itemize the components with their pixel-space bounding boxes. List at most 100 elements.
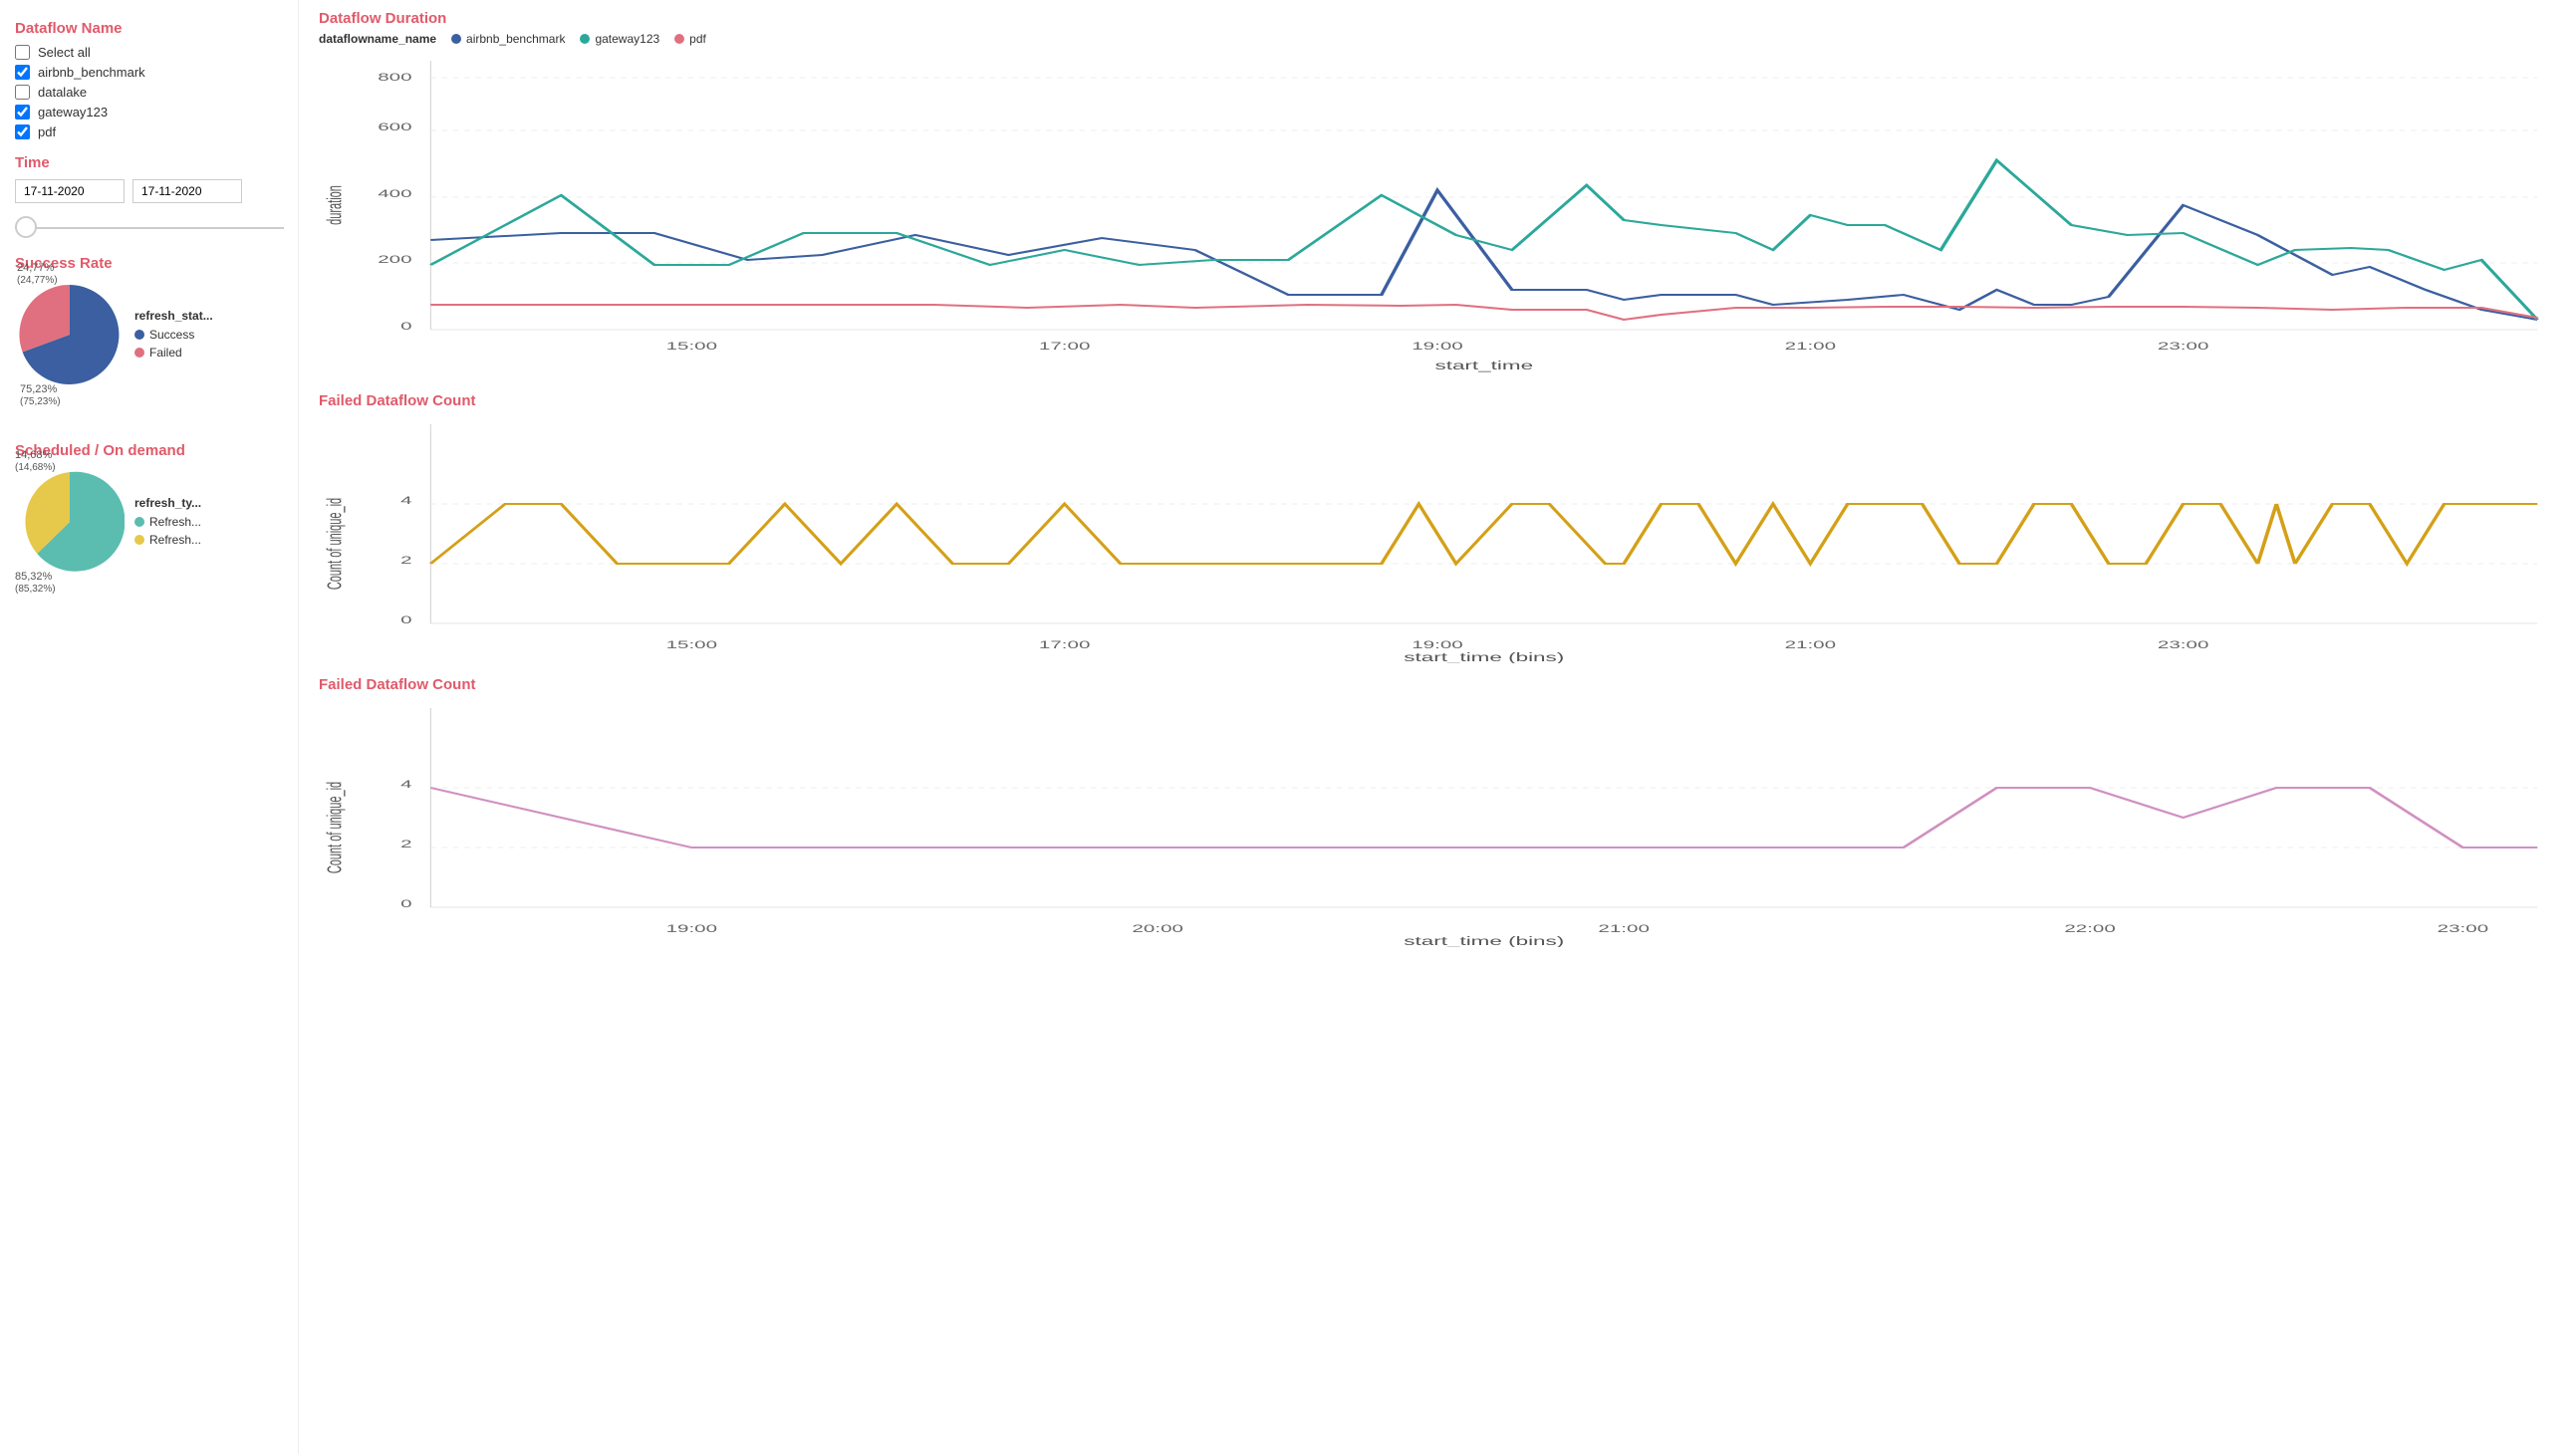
- svg-text:17:00: 17:00: [1039, 639, 1091, 651]
- failed-percent-label: 24,77%(24,77%): [17, 262, 58, 286]
- scheduled-pie: 14,68%(14,68%) 85,32%(85,32%): [15, 467, 125, 580]
- scheduled-small-percent: 14,68%(14,68%): [15, 449, 56, 473]
- success-percent-label: 75,23%(75,23%): [20, 383, 61, 407]
- svg-text:19:00: 19:00: [1412, 639, 1463, 651]
- select-all-label: Select all: [38, 45, 91, 60]
- svg-text:21:00: 21:00: [1785, 341, 1837, 353]
- success-rate-pie: 24,77%(24,77%) 75,23%(75,23%): [15, 280, 125, 392]
- success-rate-section: Success Rate 24,77%(24,77%) 75,23%(75,23…: [15, 255, 283, 392]
- failed-count2-chart-block: Failed Dataflow Count 0 2 4 Count of uni…: [319, 676, 2556, 950]
- failed-count-chart-block: Failed Dataflow Count 0 2 4 Count of uni…: [319, 392, 2556, 666]
- failed-count2-title: Failed Dataflow Count: [319, 676, 2556, 693]
- svg-text:400: 400: [378, 188, 411, 200]
- legend-gateway: gateway123: [580, 32, 659, 46]
- main-charts: Dataflow Duration dataflowname_name airb…: [299, 0, 2576, 1454]
- gateway-label: gateway123: [38, 105, 108, 120]
- datalake-item[interactable]: datalake: [15, 85, 283, 100]
- failed-legend-item: Failed: [134, 346, 213, 360]
- svg-text:19:00: 19:00: [1412, 341, 1463, 353]
- refresh2-legend-item: Refresh...: [134, 533, 201, 547]
- date-to-input[interactable]: 17-11-2020: [132, 179, 242, 203]
- gateway-legend-label: gateway123: [595, 32, 659, 46]
- select-all-checkbox[interactable]: [15, 45, 30, 60]
- select-all-item[interactable]: Select all: [15, 45, 283, 60]
- svg-text:800: 800: [378, 72, 411, 84]
- datalake-checkbox[interactable]: [15, 85, 30, 100]
- duration-svg: 0 200 400 600 800 duration 15:00 17:00 1…: [319, 51, 2556, 379]
- scheduled-legend: refresh_ty... Refresh... Refresh...: [134, 496, 201, 551]
- svg-text:23:00: 23:00: [2158, 639, 2209, 651]
- svg-text:22:00: 22:00: [2064, 923, 2116, 935]
- svg-text:0: 0: [400, 321, 411, 333]
- datalake-label: datalake: [38, 85, 87, 100]
- pdf-item[interactable]: pdf: [15, 124, 283, 139]
- svg-text:600: 600: [378, 121, 411, 133]
- svg-text:15:00: 15:00: [666, 341, 718, 353]
- svg-text:2: 2: [400, 555, 411, 567]
- duration-chart-block: Dataflow Duration dataflowname_name airb…: [319, 10, 2556, 382]
- failed-count-svg: 0 2 4 Count of unique_id 15:00 17:00 19:…: [319, 414, 2556, 663]
- svg-text:2: 2: [400, 839, 411, 850]
- duration-chart-title: Dataflow Duration: [319, 10, 2556, 27]
- time-inputs: 17-11-2020 17-11-2020: [15, 179, 283, 203]
- svg-text:start_time (bins): start_time (bins): [1404, 934, 1564, 947]
- airbnb-checkbox[interactable]: [15, 65, 30, 80]
- legend-name-label: dataflowname_name: [319, 32, 436, 46]
- duration-chart-legend: dataflowname_name airbnb_benchmark gatew…: [319, 32, 2556, 46]
- time-section: Time 17-11-2020 17-11-2020: [15, 154, 283, 240]
- time-title: Time: [15, 154, 283, 171]
- gateway-legend-color: [580, 34, 590, 44]
- refresh2-label: Refresh...: [149, 533, 201, 547]
- time-slider[interactable]: [15, 215, 284, 240]
- refresh1-dot: [134, 517, 144, 527]
- svg-text:start_time (bins): start_time (bins): [1404, 650, 1564, 663]
- legend-airbnb: airbnb_benchmark: [451, 32, 565, 46]
- svg-text:start_time: start_time: [1435, 359, 1534, 372]
- failed-count2-svg: 0 2 4 Count of unique_id 19:00 20:00 21:…: [319, 698, 2556, 947]
- scheduled-section: Scheduled / On demand 14,68%(14,68%) 85,…: [15, 442, 283, 580]
- airbnb-label: airbnb_benchmark: [38, 65, 145, 80]
- sidebar: Dataflow Name Select all airbnb_benchmar…: [0, 0, 299, 1454]
- pdf-checkbox[interactable]: [15, 124, 30, 139]
- svg-text:200: 200: [378, 254, 411, 266]
- svg-text:4: 4: [400, 779, 411, 791]
- failed-count-title: Failed Dataflow Count: [319, 392, 2556, 409]
- svg-text:19:00: 19:00: [666, 923, 718, 935]
- slider-track: [15, 227, 284, 229]
- pdf-label: pdf: [38, 124, 56, 139]
- date-from-input[interactable]: 17-11-2020: [15, 179, 125, 203]
- svg-text:Count of unique_id: Count of unique_id: [324, 498, 346, 590]
- svg-text:duration: duration: [324, 185, 346, 225]
- svg-text:17:00: 17:00: [1039, 341, 1091, 353]
- airbnb-item[interactable]: airbnb_benchmark: [15, 65, 283, 80]
- refresh1-label: Refresh...: [149, 515, 201, 529]
- scheduled-pie-svg: [15, 467, 125, 577]
- scheduled-legend-title: refresh_ty...: [134, 496, 201, 510]
- svg-text:15:00: 15:00: [666, 639, 718, 651]
- refresh1-legend-item: Refresh...: [134, 515, 201, 529]
- svg-text:21:00: 21:00: [1785, 639, 1837, 651]
- failed-label: Failed: [149, 346, 182, 360]
- gateway-checkbox[interactable]: [15, 105, 30, 120]
- success-rate-legend: refresh_stat... Success Failed: [134, 309, 213, 364]
- failed-dot: [134, 348, 144, 358]
- svg-text:23:00: 23:00: [2158, 341, 2209, 353]
- success-legend-item: Success: [134, 328, 213, 342]
- svg-text:Count of unique_id: Count of unique_id: [324, 782, 346, 873]
- success-pie-svg: [15, 280, 125, 389]
- scheduled-pie-wrap: 14,68%(14,68%) 85,32%(85,32%) refresh_ty…: [15, 467, 283, 580]
- scheduled-large-percent: 85,32%(85,32%): [15, 571, 56, 595]
- svg-text:23:00: 23:00: [2438, 923, 2489, 935]
- legend-pdf: pdf: [674, 32, 706, 46]
- refresh2-dot: [134, 535, 144, 545]
- success-label: Success: [149, 328, 194, 342]
- success-rate-pie-wrap: 24,77%(24,77%) 75,23%(75,23%) refresh_st…: [15, 280, 283, 392]
- slider-thumb[interactable]: [15, 216, 37, 238]
- svg-text:21:00: 21:00: [1598, 923, 1650, 935]
- airbnb-legend-color: [451, 34, 461, 44]
- svg-text:0: 0: [400, 614, 411, 626]
- pdf-legend-color: [674, 34, 684, 44]
- svg-text:0: 0: [400, 898, 411, 910]
- gateway-item[interactable]: gateway123: [15, 105, 283, 120]
- svg-text:20:00: 20:00: [1132, 923, 1183, 935]
